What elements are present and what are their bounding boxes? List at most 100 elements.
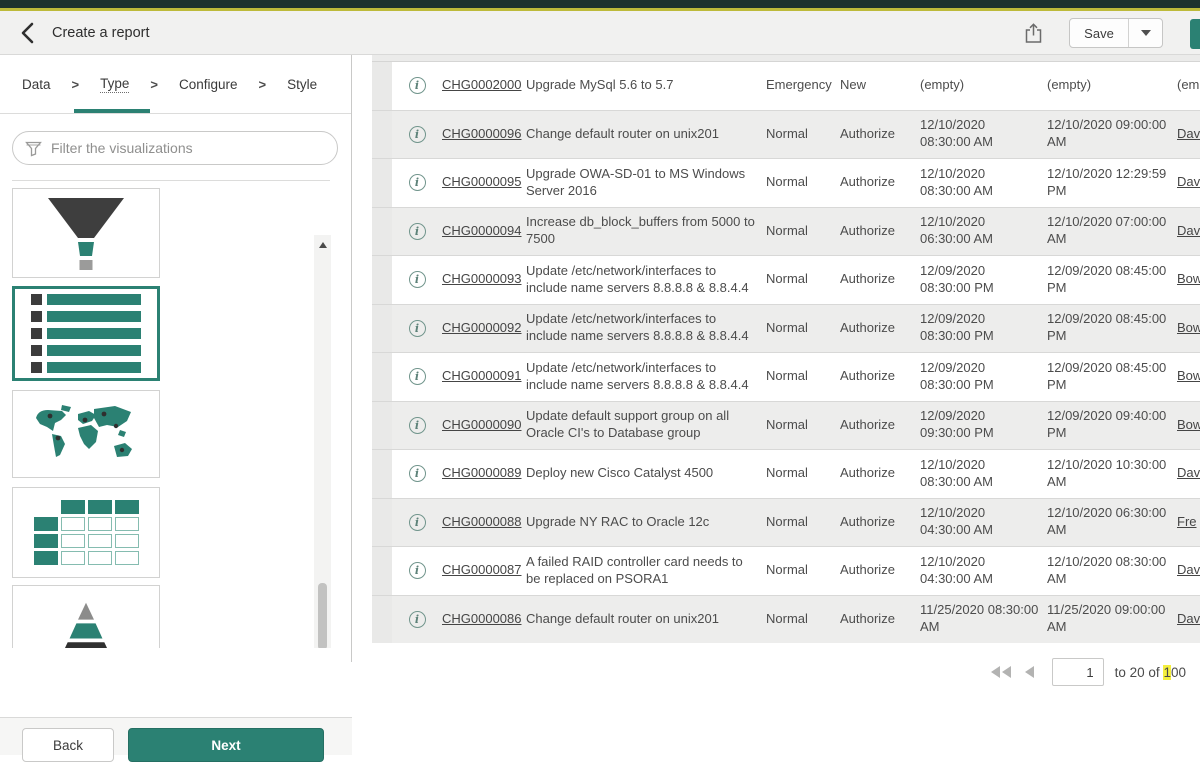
- table-header-remnant: [372, 55, 1200, 62]
- row-gutter: [372, 450, 392, 498]
- priority-cell: Normal: [766, 320, 840, 337]
- step-style[interactable]: Style: [287, 77, 317, 92]
- info-icon[interactable]: i: [409, 514, 426, 531]
- header-bar: Create a report Save: [0, 11, 1200, 55]
- info-icon[interactable]: i: [409, 126, 426, 143]
- viz-card-funnel[interactable]: [12, 188, 160, 278]
- assigned-to-link[interactable]: Dav: [1177, 223, 1200, 238]
- info-icon[interactable]: i: [409, 174, 426, 191]
- brand-strip: [0, 0, 1200, 8]
- assigned-to-link[interactable]: (empty): [1177, 77, 1200, 92]
- assigned-to-link[interactable]: Dav: [1177, 465, 1200, 480]
- change-number-link[interactable]: CHG0002000: [442, 77, 522, 92]
- planned-end-cell: 12/10/2020 12:29:59 PM: [1047, 166, 1177, 200]
- planned-start-cell: 12/10/2020 08:30:00 AM: [920, 166, 1047, 200]
- short-description: Upgrade NY RAC to Oracle 12c: [526, 514, 766, 531]
- clipped-action-button[interactable]: [1190, 19, 1200, 49]
- info-icon[interactable]: i: [409, 465, 426, 482]
- change-number-link[interactable]: CHG0000092: [442, 320, 522, 335]
- save-dropdown-button[interactable]: [1128, 19, 1162, 47]
- state-cell: Authorize: [840, 465, 920, 482]
- visualization-list: [0, 176, 351, 648]
- share-icon[interactable]: [1021, 21, 1045, 45]
- step-configure[interactable]: Configure: [179, 77, 238, 92]
- viz-scrollbar[interactable]: [314, 235, 331, 648]
- row-gutter: [372, 596, 392, 644]
- assigned-to-link[interactable]: Bow: [1177, 271, 1200, 286]
- list-chart-icon: [31, 294, 141, 373]
- assigned-to-link[interactable]: Bow: [1177, 368, 1200, 383]
- viz-card-pivot[interactable]: [12, 487, 160, 578]
- short-description: Increase db_block_buffers from 5000 to 7…: [526, 214, 766, 248]
- assigned-to-link[interactable]: Dav: [1177, 174, 1200, 189]
- short-description: Upgrade MySql 5.6 to 5.7: [526, 77, 766, 94]
- table-row: i CHG0000091 Update /etc/network/interfa…: [372, 352, 1200, 401]
- change-number-link[interactable]: CHG0000087: [442, 562, 522, 577]
- back-icon[interactable]: [20, 22, 35, 44]
- table-row: i CHG0000094 Increase db_block_buffers f…: [372, 207, 1200, 256]
- change-number-link[interactable]: CHG0000091: [442, 368, 522, 383]
- scroll-up-icon[interactable]: [314, 237, 331, 253]
- step-data[interactable]: Data: [22, 77, 51, 92]
- info-icon[interactable]: i: [409, 223, 426, 240]
- filter-input[interactable]: [51, 140, 325, 156]
- planned-end-cell: 12/10/2020 07:00:00 AM: [1047, 214, 1177, 248]
- planned-start-cell: 12/09/2020 08:30:00 PM: [920, 311, 1047, 345]
- planned-start-cell: 12/09/2020 09:30:00 PM: [920, 408, 1047, 442]
- viz-card-pyramid[interactable]: [12, 585, 160, 648]
- back-button[interactable]: Back: [22, 728, 114, 762]
- priority-cell: Normal: [766, 126, 840, 143]
- assigned-to-link[interactable]: Fre: [1177, 514, 1197, 529]
- state-cell: Authorize: [840, 514, 920, 531]
- row-gutter: [372, 159, 392, 207]
- change-number-link[interactable]: CHG0000089: [442, 465, 522, 480]
- planned-end-cell: 12/09/2020 09:40:00 PM: [1047, 408, 1177, 442]
- priority-cell: Normal: [766, 368, 840, 385]
- world-map-icon: [28, 402, 144, 466]
- info-icon[interactable]: i: [409, 77, 426, 94]
- assigned-to-link[interactable]: Bow: [1177, 320, 1200, 335]
- change-number-link[interactable]: CHG0000090: [442, 417, 522, 432]
- assigned-to-link[interactable]: Dav: [1177, 562, 1200, 577]
- page-title: Create a report: [52, 25, 150, 41]
- info-icon[interactable]: i: [409, 368, 426, 385]
- first-page-icon[interactable]: [991, 666, 1013, 678]
- change-number-link[interactable]: CHG0000095: [442, 174, 522, 189]
- info-icon[interactable]: i: [409, 562, 426, 579]
- priority-cell: Normal: [766, 417, 840, 434]
- assigned-to-link[interactable]: Bow: [1177, 417, 1200, 432]
- short-description: Change default router on unix201: [526, 611, 766, 628]
- table-row: i CHG0000090 Update default support grou…: [372, 401, 1200, 450]
- save-button[interactable]: Save: [1070, 19, 1128, 47]
- info-icon[interactable]: i: [409, 611, 426, 628]
- chevron-right-icon: >: [72, 77, 80, 92]
- change-number-link[interactable]: CHG0000094: [442, 223, 522, 238]
- planned-end-cell: 12/10/2020 10:30:00 AM: [1047, 457, 1177, 491]
- state-cell: New: [840, 77, 920, 94]
- table-row: i CHG0000089 Deploy new Cisco Catalyst 4…: [372, 449, 1200, 498]
- row-gutter: [372, 111, 392, 159]
- page-number-input[interactable]: [1052, 658, 1104, 686]
- next-button[interactable]: Next: [128, 728, 324, 762]
- change-number-link[interactable]: CHG0000093: [442, 271, 522, 286]
- planned-end-cell: 12/10/2020 06:30:00 AM: [1047, 505, 1177, 539]
- assigned-to-link[interactable]: Dav: [1177, 126, 1200, 141]
- viz-card-map[interactable]: [12, 390, 160, 478]
- change-request-table: i CHG0002000 Upgrade MySql 5.6 to 5.7 Em…: [372, 62, 1200, 643]
- info-icon[interactable]: i: [409, 320, 426, 337]
- pagination-range-label: to 20 of 100: [1115, 665, 1186, 680]
- change-number-link[interactable]: CHG0000086: [442, 611, 522, 626]
- info-icon[interactable]: i: [409, 417, 426, 434]
- info-icon[interactable]: i: [409, 271, 426, 288]
- previous-page-icon[interactable]: [1024, 666, 1035, 678]
- viz-card-list[interactable]: [12, 286, 160, 381]
- visualization-filter: [12, 131, 338, 165]
- change-number-link[interactable]: CHG0000088: [442, 514, 522, 529]
- planned-end-cell: 12/10/2020 08:30:00 AM: [1047, 554, 1177, 588]
- short-description: Update /etc/network/interfaces to includ…: [526, 263, 766, 297]
- priority-cell: Normal: [766, 514, 840, 531]
- scrollbar-thumb[interactable]: [318, 583, 327, 648]
- change-number-link[interactable]: CHG0000096: [442, 126, 522, 141]
- step-type[interactable]: Type: [100, 76, 129, 93]
- assigned-to-link[interactable]: Dav: [1177, 611, 1200, 626]
